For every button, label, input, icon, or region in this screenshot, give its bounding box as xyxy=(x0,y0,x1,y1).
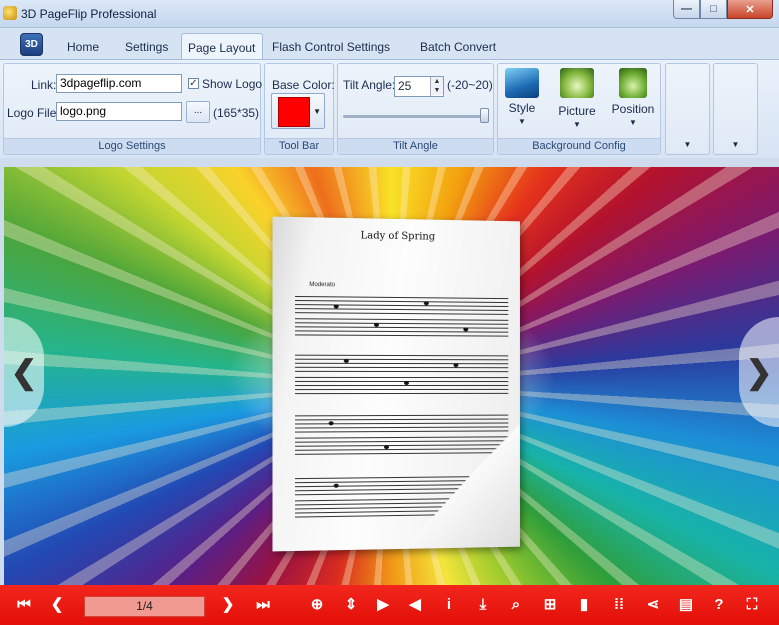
logo-size-hint: (165*35) xyxy=(213,106,260,120)
book-page[interactable]: Lady of Spring Moderato xyxy=(272,216,520,552)
music-note xyxy=(463,327,469,332)
next-page-icon[interactable]: ❯ xyxy=(217,597,239,613)
music-staff xyxy=(295,436,509,458)
chevron-down-icon: ▼ xyxy=(573,120,581,129)
fit-icon[interactable]: ⇕ xyxy=(340,597,362,613)
page-number-input[interactable]: 1/4 xyxy=(84,596,205,617)
logo-settings-label: Logo Settings xyxy=(4,138,260,154)
music-note xyxy=(333,483,339,488)
prev-page-arrow[interactable]: ❮ xyxy=(4,317,44,427)
ribbon-dropdown-1[interactable]: ▼ xyxy=(665,63,710,155)
spin-down-icon[interactable]: ▼ xyxy=(431,86,443,95)
music-staff xyxy=(295,376,509,397)
style-icon xyxy=(505,68,539,98)
maximize-button[interactable]: □ xyxy=(700,0,727,19)
tilt-angle-slider-thumb[interactable] xyxy=(480,108,489,123)
link-label: Link: xyxy=(31,78,57,92)
flipbook-toolbar: ⏮ ❮ 1/4 ❯ ⏭ ⊕ ⇕ ▶ ◀ i ⤓ ⌕ ⊞ ▮ ⁞⁞ ⋖ ▤ ? ⛶ xyxy=(0,585,779,625)
app-menu-button[interactable]: 3D xyxy=(20,33,43,56)
info-icon[interactable]: i xyxy=(438,597,460,613)
page-title: Lady of Spring xyxy=(360,230,436,243)
music-note xyxy=(384,445,390,450)
tempo-marking: Moderato xyxy=(309,281,336,289)
tilt-angle-group-label: Tilt Angle xyxy=(338,138,493,154)
position-button[interactable]: Position ▼ xyxy=(608,68,658,127)
tool-bar-label: Tool Bar xyxy=(265,138,333,154)
search-icon[interactable]: ⌕ xyxy=(505,597,527,613)
chevron-down-icon: ▼ xyxy=(731,140,740,149)
prev-page-icon[interactable]: ❮ xyxy=(46,597,68,613)
picture-icon xyxy=(560,68,594,98)
chevron-down-icon: ▼ xyxy=(518,117,526,126)
toc-icon[interactable]: ⊞ xyxy=(539,597,561,613)
chevron-down-icon: ▼ xyxy=(313,107,321,116)
bookmark-icon[interactable]: ▮ xyxy=(573,597,595,613)
fullscreen-icon[interactable]: ⛶ xyxy=(741,597,763,613)
share-icon[interactable]: ⋖ xyxy=(642,597,664,613)
music-staff xyxy=(295,295,509,318)
position-label: Position xyxy=(611,102,655,116)
background-config-label: Background Config xyxy=(498,138,660,154)
app-icon xyxy=(3,6,17,20)
music-staff xyxy=(295,354,509,375)
thumbnails-icon[interactable]: ⁞⁞ xyxy=(608,597,630,613)
picture-button[interactable]: Picture ▼ xyxy=(552,68,602,129)
logo-file-input[interactable]: logo.png xyxy=(56,102,182,121)
spin-up-icon[interactable]: ▲ xyxy=(431,77,443,86)
music-note xyxy=(333,304,339,309)
window-controls: — □ ✕ xyxy=(673,0,773,19)
browse-logo-button[interactable]: ... xyxy=(186,101,210,123)
music-staff xyxy=(295,414,509,436)
spinner-buttons[interactable]: ▲ ▼ xyxy=(430,77,443,96)
picture-label: Picture xyxy=(558,104,596,118)
window-title: 3D PageFlip Professional xyxy=(21,7,157,21)
music-note xyxy=(343,358,349,363)
music-note xyxy=(453,363,459,368)
music-note xyxy=(373,322,380,327)
tilt-angle-value: 25 xyxy=(398,79,412,93)
book-preview: Lady of Spring Moderato ❮ ❯ xyxy=(4,167,779,585)
logo-file-label: Logo File: xyxy=(7,106,60,120)
tab-home[interactable]: Home xyxy=(67,40,99,54)
tilt-angle-label: Tilt Angle: xyxy=(343,78,396,92)
music-note xyxy=(423,301,429,306)
music-note xyxy=(328,421,334,426)
base-color-label: Base Color: xyxy=(272,78,335,92)
base-color-swatch xyxy=(278,97,310,127)
zoom-in-icon[interactable]: ⊕ xyxy=(306,597,328,613)
tilt-angle-spinner[interactable]: 25 ▲ ▼ xyxy=(394,76,444,97)
show-logo-checkbox[interactable]: ✓ xyxy=(188,78,199,89)
next-page-arrow[interactable]: ❯ xyxy=(739,317,779,427)
play-icon[interactable]: ▶ xyxy=(372,597,394,613)
tab-flash-control-settings[interactable]: Flash Control Settings xyxy=(272,40,390,54)
chevron-down-icon: ▼ xyxy=(629,118,637,127)
chevron-down-icon: ▼ xyxy=(683,140,692,149)
sound-icon[interactable]: ◀ xyxy=(404,597,426,613)
tab-page-layout[interactable]: Page Layout xyxy=(181,33,264,60)
download-icon[interactable]: ⤓ xyxy=(472,597,494,613)
music-note xyxy=(403,381,409,385)
close-button[interactable]: ✕ xyxy=(727,0,773,19)
music-staff xyxy=(295,318,509,339)
link-input[interactable]: 3dpageflip.com xyxy=(56,74,182,93)
style-label: Style xyxy=(508,101,536,115)
style-button[interactable]: Style ▼ xyxy=(502,68,542,126)
show-logo-label: Show Logo xyxy=(202,77,263,91)
tilt-angle-range-hint: (-20~20) xyxy=(447,78,493,92)
minimize-button[interactable]: — xyxy=(673,0,700,19)
tilt-angle-slider-track[interactable] xyxy=(343,115,488,118)
first-page-icon[interactable]: ⏮ xyxy=(13,597,35,613)
menu-bar: 3D Home Settings Page Layout Flash Contr… xyxy=(0,28,779,60)
title-bar: 3D PageFlip Professional — □ ✕ xyxy=(0,0,779,28)
tab-batch-convert[interactable]: Batch Convert xyxy=(420,40,496,54)
ribbon-dropdown-2[interactable]: ▼ xyxy=(713,63,758,155)
position-icon xyxy=(619,68,647,98)
tab-settings[interactable]: Settings xyxy=(125,40,168,54)
print-icon[interactable]: ▤ xyxy=(675,597,697,613)
help-icon[interactable]: ? xyxy=(708,597,730,613)
last-page-icon[interactable]: ⏭ xyxy=(252,597,274,613)
base-color-picker[interactable]: ▼ xyxy=(271,93,325,129)
